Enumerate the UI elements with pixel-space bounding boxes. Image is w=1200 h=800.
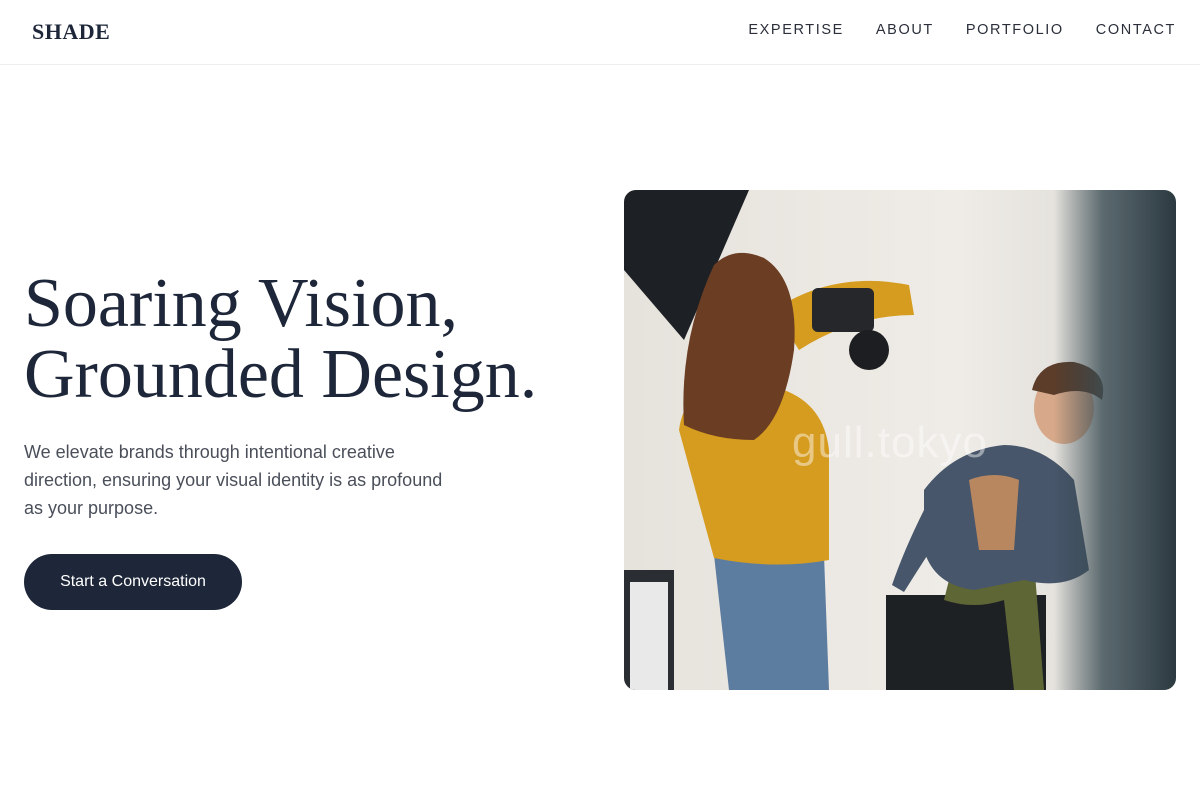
site-logo[interactable]: SHADE bbox=[32, 19, 110, 45]
nav-link-contact[interactable]: CONTACT bbox=[1096, 22, 1176, 38]
start-conversation-button[interactable]: Start a Conversation bbox=[24, 554, 242, 610]
hero-title-line-2: Grounded Design. bbox=[24, 336, 538, 413]
hero-title-line-1: Soaring Vision, bbox=[24, 265, 458, 342]
hero-description: We elevate brands through intentional cr… bbox=[24, 442, 443, 518]
nav-link-about[interactable]: ABOUT bbox=[876, 22, 934, 38]
photo-watermark: gull.tokyo bbox=[792, 418, 988, 467]
site-header: SHADE EXPERTISE ABOUT PORTFOLIO CONTACT bbox=[0, 0, 1200, 65]
nav-link-portfolio[interactable]: PORTFOLIO bbox=[966, 22, 1064, 38]
main-nav: EXPERTISE ABOUT PORTFOLIO CONTACT bbox=[716, 22, 1176, 38]
nav-link-expertise[interactable]: EXPERTISE bbox=[748, 22, 844, 38]
hero-title: Soaring Vision, Grounded Design. bbox=[24, 268, 604, 410]
hero-photo: gull.tokyo bbox=[624, 190, 1176, 690]
